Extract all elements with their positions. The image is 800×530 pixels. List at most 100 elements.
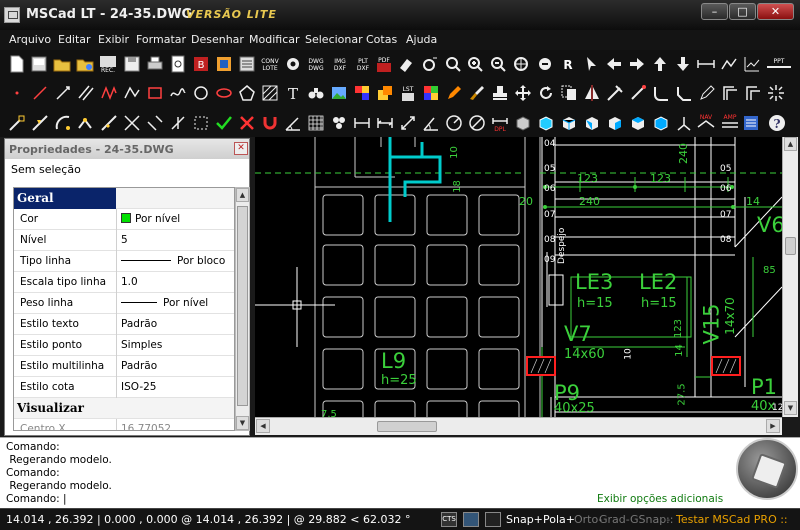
scrollbar-thumb[interactable] — [785, 237, 796, 255]
extend-icon[interactable] — [629, 84, 647, 102]
more-options-link[interactable]: Exibir opções adicionais — [597, 493, 723, 505]
list-icon[interactable]: LST — [399, 84, 417, 102]
layers-status-icon[interactable] — [463, 512, 479, 527]
amp-icon[interactable]: AMP — [719, 112, 741, 130]
property-row-linetype-scale[interactable]: Escala tipo linha 1.0 — [14, 272, 234, 293]
move-icon[interactable] — [514, 84, 532, 102]
grid-icon[interactable] — [307, 114, 325, 132]
polyline-icon[interactable] — [720, 55, 738, 73]
diameter-dim-icon[interactable] — [468, 114, 486, 132]
measure-icon[interactable] — [697, 55, 715, 73]
drawing-horizontal-scrollbar[interactable]: ◀ ▶ — [255, 417, 782, 435]
pdf-icon[interactable]: PDF — [375, 55, 393, 73]
zoom-previous-icon[interactable] — [536, 55, 554, 73]
copy-icon[interactable] — [560, 84, 578, 102]
check-icon[interactable] — [215, 114, 233, 132]
aligned-dim-icon[interactable] — [376, 114, 394, 132]
help-icon[interactable]: ? — [768, 114, 786, 132]
block-icon[interactable]: B — [192, 55, 210, 73]
grid-toggle[interactable]: Grad- — [599, 513, 630, 526]
polyline-draw-icon[interactable] — [123, 84, 141, 102]
magnet-icon[interactable] — [261, 114, 279, 132]
mscad-logo-button[interactable] — [736, 438, 798, 500]
menu-selecionar[interactable]: Selecionar — [305, 33, 363, 46]
snap-node-icon[interactable] — [77, 114, 95, 132]
notes-icon[interactable] — [742, 114, 760, 132]
edit-icon[interactable] — [698, 84, 716, 102]
brush-icon[interactable] — [468, 84, 486, 102]
arrow-down-icon[interactable] — [674, 55, 692, 73]
batch-convert-icon[interactable]: CONV LOTE — [258, 55, 282, 73]
scroll-up-arrow-icon[interactable]: ▲ — [236, 188, 249, 202]
snap-point-icon[interactable] — [421, 55, 439, 73]
binoculars-icon[interactable] — [307, 84, 325, 102]
print-preview-icon[interactable] — [169, 55, 187, 73]
fillet-icon[interactable] — [652, 84, 670, 102]
snap-tangent-icon[interactable] — [192, 114, 210, 132]
mirror-icon[interactable] — [583, 84, 601, 102]
diagonal-dim-icon[interactable] — [399, 114, 417, 132]
angle-snap-icon[interactable] — [284, 114, 302, 132]
arrow-right-icon[interactable] — [628, 55, 646, 73]
properties-scrollbar[interactable]: ▲ ▼ — [235, 187, 250, 431]
zigzag-icon[interactable] — [100, 84, 118, 102]
menu-editar[interactable]: Editar — [58, 33, 91, 46]
try-pro-link[interactable]: Testar MSCad PRO :: — [676, 513, 788, 526]
save-icon[interactable] — [123, 55, 141, 73]
menu-exibir[interactable]: Exibir — [98, 33, 129, 46]
hatch-icon[interactable] — [261, 84, 279, 102]
dwg-to-dwg-icon[interactable]: DWG DWG — [305, 55, 327, 73]
layers-icon[interactable] — [238, 55, 256, 73]
zoom-in-icon[interactable] — [466, 55, 484, 73]
cursor-icon[interactable] — [582, 55, 600, 73]
record-icon[interactable]: REC. — [99, 55, 117, 74]
cube-left-icon[interactable] — [583, 114, 601, 132]
cube-icon[interactable] — [537, 114, 555, 132]
scroll-right-arrow-icon[interactable]: ▶ — [766, 419, 780, 433]
snap-extension-icon[interactable] — [146, 114, 164, 132]
radius-dim-icon[interactable] — [445, 114, 463, 132]
property-row-point-style[interactable]: Estilo ponto Simples — [14, 335, 234, 356]
polygon-icon[interactable] — [238, 84, 256, 102]
cts-icon[interactable]: CTS — [441, 512, 457, 527]
minimize-button[interactable]: – — [701, 3, 728, 20]
chamfer-icon[interactable] — [675, 84, 693, 102]
template-icon[interactable] — [30, 55, 48, 73]
snap-toggle[interactable]: Snap+ — [506, 513, 543, 526]
menu-ajuda[interactable]: Ajuda — [406, 33, 437, 46]
arrow-left-icon[interactable] — [605, 55, 623, 73]
angular-dim-icon[interactable] — [422, 114, 440, 132]
scroll-down-arrow-icon[interactable]: ▼ — [784, 401, 797, 415]
cube-iso-icon[interactable] — [652, 114, 670, 132]
menu-arquivo[interactable]: Arquivo — [9, 33, 51, 46]
image-icon[interactable] — [215, 55, 233, 73]
open-folder-icon[interactable] — [53, 55, 71, 73]
drawing-vertical-scrollbar[interactable]: ▲ ▼ — [782, 137, 798, 417]
3d-view-icon[interactable] — [514, 114, 532, 132]
scale-icon[interactable] — [744, 84, 762, 102]
plt-to-dxf-icon[interactable]: PLT DXF — [352, 55, 374, 73]
double-line-icon[interactable] — [77, 84, 95, 102]
ray-icon[interactable] — [54, 84, 72, 102]
pencil-icon[interactable] — [445, 84, 463, 102]
spline-icon[interactable] — [169, 84, 187, 102]
property-row-text-style[interactable]: Estilo texto Padrão — [14, 314, 234, 335]
snap-midpoint-icon[interactable] — [31, 114, 49, 132]
scrollbar-thumb[interactable] — [377, 421, 437, 432]
maximize-button[interactable]: □ — [729, 3, 756, 20]
ellipse-icon[interactable] — [215, 84, 233, 102]
property-row-color[interactable]: Cor Por nível — [14, 209, 234, 230]
ucs-icon[interactable] — [675, 114, 693, 132]
new-file-icon[interactable] — [8, 55, 26, 73]
lock-icon[interactable] — [485, 512, 501, 527]
insert-image-icon[interactable] — [330, 84, 348, 102]
snap-intersection-icon[interactable] — [123, 114, 141, 132]
rotate-icon[interactable] — [537, 84, 555, 102]
drawing-canvas[interactable]: 04 05 06 07 08 09 05 06 07 08 123 123 24… — [255, 137, 782, 417]
property-row-dim-style[interactable]: Estilo cota ISO-25 — [14, 377, 234, 398]
properties-titlebar[interactable]: Propriedades - 24-35.DWG ✕ — [5, 139, 249, 159]
property-row-center-x[interactable]: Centro X 16.77052 — [14, 419, 234, 430]
property-row-multiline-style[interactable]: Estilo multilinha Padrão — [14, 356, 234, 377]
eraser-icon[interactable] — [397, 55, 415, 73]
property-row-lineweight[interactable]: Peso linha Por nível — [14, 293, 234, 314]
